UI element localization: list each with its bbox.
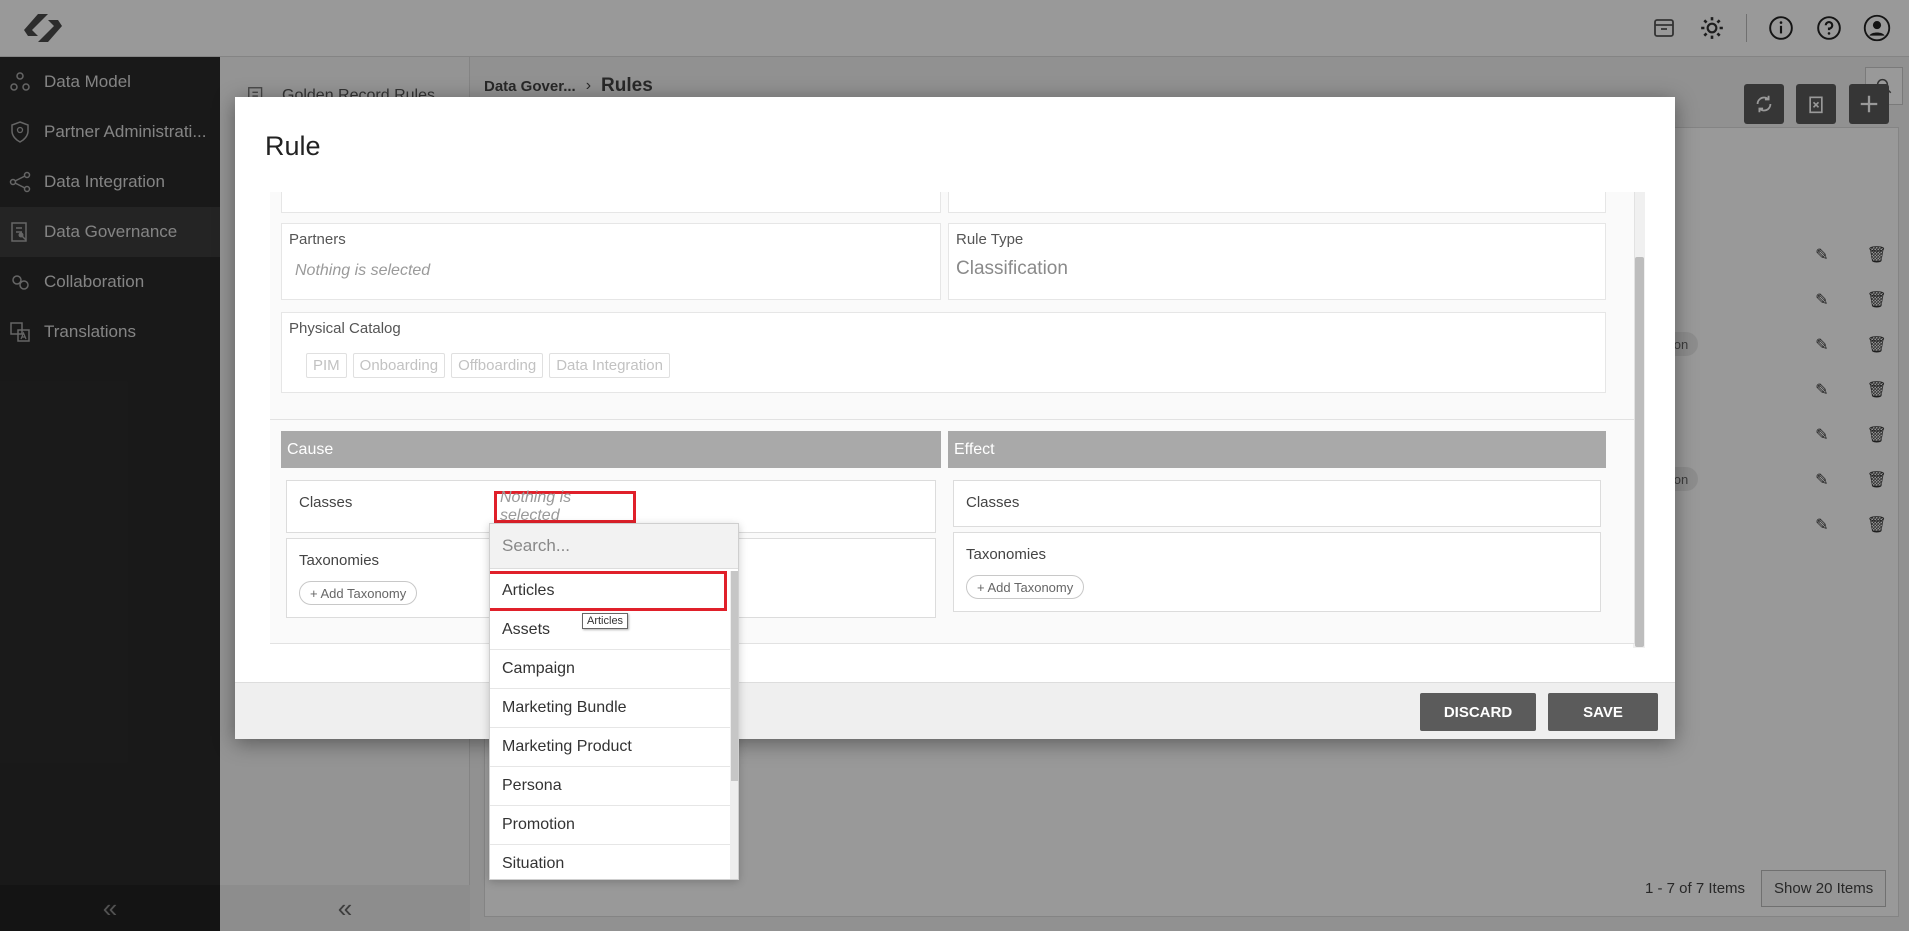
modal-title: Rule [265, 131, 321, 161]
effect-taxonomies-field: Taxonomies + Add Taxonomy [953, 532, 1601, 612]
catalog-chip-onboarding[interactable]: Onboarding [352, 353, 446, 378]
modal-footer: DISCARD SAVE [235, 682, 1675, 739]
partners-label: Partners [289, 231, 346, 248]
rule-modal: Rule Partners Nothing is selected Rule T… [235, 97, 1675, 739]
catalog-chip-pim[interactable]: PIM [306, 353, 347, 378]
cause-taxonomies-label: Taxonomies [299, 552, 380, 569]
partners-field[interactable]: Partners Nothing is selected [281, 223, 941, 300]
dropdown-option-situation[interactable]: Situation [490, 845, 730, 879]
partners-placeholder[interactable]: Nothing is selected [295, 262, 430, 280]
modal-body: Partners Nothing is selected Rule Type C… [270, 192, 1660, 747]
cause-effect-section: Cause Effect Classes Taxonomies + Add Ta… [270, 419, 1635, 644]
cause-classes-select[interactable]: Nothing is selected [494, 489, 636, 524]
rule-type-value: Classification [956, 258, 1068, 279]
cause-classes-placeholder: Nothing is selected [500, 489, 572, 524]
discard-button[interactable]: DISCARD [1420, 693, 1536, 731]
option-tooltip: Articles [582, 613, 629, 629]
physical-catalog-field: Physical Catalog PIM Onboarding Offboard… [281, 312, 1606, 393]
rule-details-section: Partners Nothing is selected Rule Type C… [270, 192, 1635, 422]
rule-type-label: Rule Type [956, 231, 1024, 248]
save-button[interactable]: SAVE [1548, 693, 1658, 731]
effect-classes-label: Classes [966, 494, 1020, 511]
effect-header: Effect [948, 431, 1606, 468]
dropdown-option-campaign[interactable]: Campaign [490, 650, 730, 689]
effect-taxonomies-label: Taxonomies [966, 546, 1047, 563]
dropdown-option-marketing-product[interactable]: Marketing Product [490, 728, 730, 767]
classes-dropdown: Search... Articles Assets Campaign Marke… [489, 523, 739, 880]
cause-header: Cause [281, 431, 941, 468]
effect-add-taxonomy-button[interactable]: + Add Taxonomy [966, 575, 1085, 599]
dropdown-option-persona[interactable]: Persona [490, 767, 730, 806]
previous-field [948, 192, 1606, 213]
catalog-chip-offboarding[interactable]: Offboarding [451, 353, 544, 378]
catalog-chip-data-integration[interactable]: Data Integration [549, 353, 670, 378]
dropdown-option-marketing-bundle[interactable]: Marketing Bundle [490, 689, 730, 728]
dropdown-scrollbar-thumb[interactable] [731, 571, 738, 781]
physical-catalog-chips: PIM Onboarding Offboarding Data Integrat… [306, 353, 670, 378]
previous-field [281, 192, 941, 213]
rule-type-field: Rule Type Classification [948, 223, 1606, 300]
dropdown-option-promotion[interactable]: Promotion [490, 806, 730, 845]
dropdown-option-articles[interactable]: Articles [490, 571, 727, 611]
dropdown-search-input[interactable]: Search... [490, 524, 738, 569]
effect-classes-field[interactable]: Classes [953, 480, 1601, 527]
cause-classes-label: Classes [299, 494, 353, 511]
cause-add-taxonomy-button[interactable]: + Add Taxonomy [299, 581, 418, 605]
physical-catalog-label: Physical Catalog [289, 320, 401, 337]
